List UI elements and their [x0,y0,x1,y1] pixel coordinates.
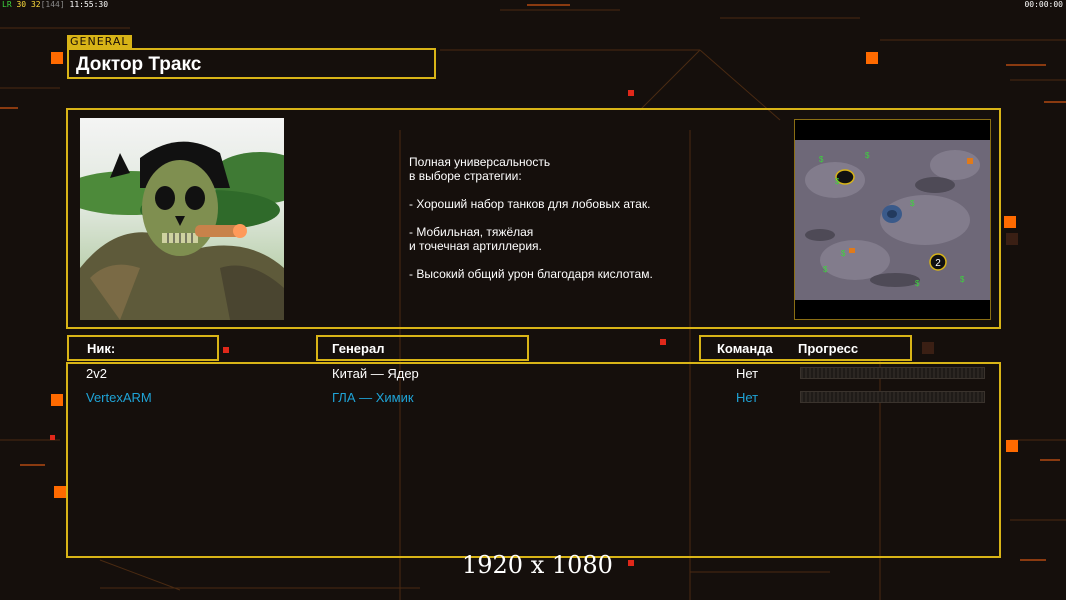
map-preview[interactable]: 2 $ $ $ $ $ $ $ $ [794,119,991,320]
player-general: ГЛА — Химик [332,390,414,405]
general-description: Полная универсальность в выборе стратеги… [409,155,653,281]
general-tag: GENERAL [67,35,132,48]
fps-hud: LR 30 32[144] 11:55:30 [2,0,108,9]
column-header-general: Генерал [316,335,529,361]
hud-prefix: LR [2,0,12,9]
general-name-box: Доктор Тракс [67,48,436,79]
svg-text:$: $ [823,265,828,274]
column-label-nick: Ник: [87,341,116,356]
player-progress-bar [800,367,985,379]
player-nick: VertexARM [86,390,152,405]
decor-square [628,560,634,566]
decor-square [54,486,66,498]
player-general: Китай — Ядер [332,366,419,381]
player-team: Нет [736,366,759,381]
general-name: Доктор Тракс [76,54,202,75]
decor-square [660,339,666,345]
player-nick: 2v2 [86,366,107,381]
game-timer: 00:00:00 [1024,0,1063,9]
general-portrait [80,118,284,320]
column-header-nick: Ник: [67,335,219,361]
hud-stat-2: 32 [30,0,41,9]
decor-square [50,435,55,440]
decor-square [866,52,878,64]
column-label-progress: Прогресс [798,341,859,356]
svg-text:$: $ [835,177,840,186]
decor-square [1004,216,1016,228]
resolution-label: 1920 x 1080 [462,551,613,579]
svg-text:$: $ [819,155,824,164]
decor-square [223,347,229,353]
column-label-general: Генерал [332,341,385,356]
decor-square [51,394,63,406]
hud-clock: 11:55:30 [69,0,109,9]
svg-text:$: $ [910,199,915,208]
svg-text:$: $ [960,275,965,284]
hud-stat-1: 30 [16,0,27,9]
decor-square [628,90,634,96]
decor-square [1006,440,1018,452]
svg-text:$: $ [841,249,846,258]
column-label-team: Команда [717,341,773,356]
svg-text:$: $ [915,279,920,288]
decor-square [1006,233,1018,245]
player-progress-bar [800,391,985,403]
player-team: Нет [736,390,759,405]
decor-square [922,342,934,354]
hud-stat-3: [144] [40,0,65,9]
decor-square [51,52,63,64]
svg-text:$: $ [865,151,870,160]
column-header-team-progress: Команда Прогресс [699,335,912,361]
start-position-label: 2 [935,258,941,269]
